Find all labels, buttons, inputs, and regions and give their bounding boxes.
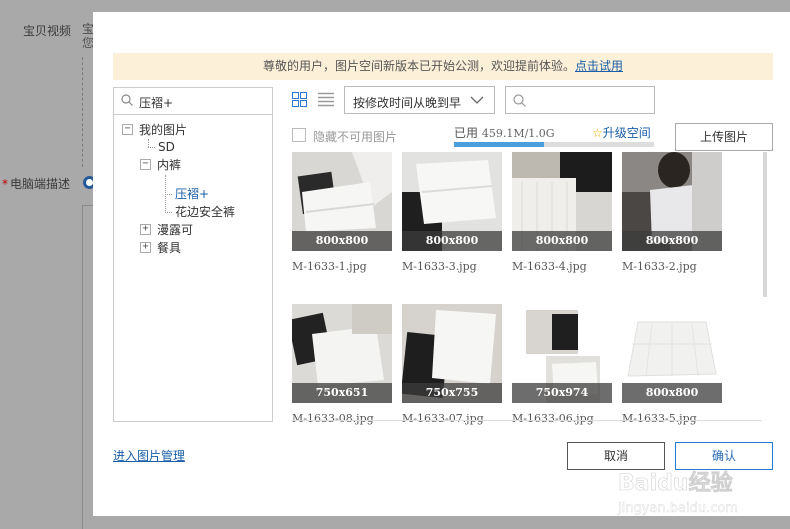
- notice-link[interactable]: 点击试用: [575, 59, 623, 73]
- image-thumbnail[interactable]: 750x974: [512, 304, 612, 403]
- image-search-input[interactable]: [505, 86, 655, 114]
- image-dimensions: 800x800: [622, 231, 722, 251]
- hide-unavailable-checkbox[interactable]: [292, 128, 306, 142]
- folder-label: 漫露可: [157, 223, 194, 237]
- folder-lace-shorts[interactable]: 花边安全裤: [175, 204, 235, 220]
- tree-connector: [165, 212, 172, 213]
- desc-label: * 电脑端描述: [2, 175, 70, 192]
- expand-icon[interactable]: +: [140, 224, 151, 235]
- image-tile[interactable]: 800x800 M-1633-1.jpg: [292, 152, 392, 273]
- folder-label: 我的图片: [139, 123, 188, 137]
- image-tile[interactable]: 800x800 M-1633-4.jpg: [512, 152, 612, 273]
- sort-select[interactable]: 按修改时间从晚到早: [344, 86, 495, 114]
- grid-view-icon[interactable]: [292, 92, 307, 107]
- image-filename: M-1633-07.jpg: [402, 412, 484, 425]
- svg-text:jingyan.baidu.com: jingyan.baidu.com: [617, 501, 738, 516]
- image-dimensions: 800x800: [622, 383, 722, 403]
- folder-label: 餐具: [157, 241, 182, 255]
- image-thumbnail[interactable]: 800x800: [402, 152, 502, 251]
- usage-prefix: 已用: [454, 126, 479, 140]
- folder-label: SD: [158, 140, 175, 154]
- image-thumbnail[interactable]: 800x800: [622, 304, 722, 403]
- image-thumbnail[interactable]: 800x800: [512, 152, 612, 251]
- tree-connector: [148, 147, 155, 148]
- vertical-scrollbar[interactable]: [763, 152, 767, 297]
- tree-connector: [148, 139, 149, 147]
- image-dimensions: 750x651: [292, 383, 392, 403]
- star-icon: ☆: [592, 126, 603, 140]
- baidu-watermark: Baidu经验 jingyan.baidu.com: [617, 470, 738, 517]
- hide-unavailable-label: 隐藏不可用图片: [313, 130, 398, 144]
- required-mark: *: [2, 177, 8, 191]
- image-tile[interactable]: 800x800 M-1633-2.jpg: [622, 152, 722, 273]
- notice-bar: 尊敬的用户，图片空间新版本已开始公测，欢迎提前体验。点击试用: [113, 53, 773, 80]
- image-thumbnail[interactable]: 800x800: [622, 152, 722, 251]
- image-filename: M-1633-5.jpg: [622, 412, 697, 425]
- folder-panel: 压褶+ − 我的图片 SD − 内裤 压褶+ 花边安全裤 + 漫露可 + 餐具: [113, 87, 273, 422]
- search-icon: [121, 94, 133, 106]
- folder-label: 花边安全裤: [175, 205, 236, 219]
- storage-usage: 已用 459.1M/1.0G: [454, 124, 555, 141]
- collapse-icon[interactable]: −: [122, 124, 133, 135]
- image-filename: M-1633-06.jpg: [512, 412, 594, 425]
- expand-icon[interactable]: +: [140, 242, 151, 253]
- storage-usage-fill: [454, 142, 544, 147]
- video-label: 宝贝视频: [23, 24, 72, 38]
- image-filename: M-1633-3.jpg: [402, 260, 477, 273]
- image-filename: M-1633-2.jpg: [622, 260, 697, 273]
- image-tile[interactable]: 800x800 M-1633-3.jpg: [402, 152, 502, 273]
- desc-label-text: 电脑端描述: [10, 177, 71, 191]
- upgrade-link[interactable]: ☆升级空间: [592, 124, 651, 141]
- search-icon: [513, 94, 526, 107]
- folder-search-value: 压褶+: [139, 96, 174, 110]
- manage-images-link[interactable]: 进入图片管理: [113, 447, 185, 464]
- image-thumbnail[interactable]: 800x800: [292, 152, 392, 251]
- folder-search-input[interactable]: 压褶+: [114, 88, 272, 115]
- svg-text:Baidu经验: Baidu经验: [618, 470, 733, 496]
- notice-text: 尊敬的用户，图片空间新版本已开始公测，欢迎提前体验。: [262, 59, 575, 73]
- list-view-icon[interactable]: [318, 92, 334, 107]
- image-tile[interactable]: 750x974 M-1633-06.jpg: [512, 304, 612, 425]
- chevron-down-icon: [470, 96, 484, 104]
- image-filename: M-1633-1.jpg: [292, 260, 367, 273]
- folder-pleated[interactable]: 压褶+: [175, 186, 209, 202]
- image-thumbnail[interactable]: 750x755: [402, 304, 502, 403]
- folder-label: 内裤: [157, 158, 182, 172]
- usage-value: 459.1M/1.0G: [481, 127, 555, 140]
- folder-sd[interactable]: SD: [158, 139, 175, 155]
- image-tile[interactable]: 750x755 M-1633-07.jpg: [402, 304, 502, 425]
- image-dimensions: 750x755: [402, 383, 502, 403]
- image-dimensions: 750x974: [512, 383, 612, 403]
- tree-connector: [165, 194, 172, 195]
- image-dimensions: 800x800: [402, 231, 502, 251]
- image-tile[interactable]: 800x800 M-1633-5.jpg: [622, 304, 722, 425]
- image-dimensions: 800x800: [292, 231, 392, 251]
- upgrade-label: 升级空间: [602, 126, 651, 140]
- image-grid: 800x800 M-1633-1.jpg 800x800 M-1633-3.jp…: [292, 152, 760, 426]
- upload-button[interactable]: 上传图片: [675, 123, 773, 151]
- image-picker-dialog: 尊敬的用户，图片空间新版本已开始公测，欢迎提前体验。点击试用 压褶+ − 我的图…: [93, 12, 790, 516]
- image-tile[interactable]: 750x651 M-1633-08.jpg: [292, 304, 392, 425]
- image-dimensions: 800x800: [512, 231, 612, 251]
- image-filename: M-1633-4.jpg: [512, 260, 587, 273]
- image-filename: M-1633-08.jpg: [292, 412, 374, 425]
- image-thumbnail[interactable]: 750x651: [292, 304, 392, 403]
- storage-usage-bar: [454, 142, 654, 147]
- folder-label: 压褶+: [175, 187, 210, 201]
- grid-divider: [292, 420, 762, 421]
- collapse-icon[interactable]: −: [140, 159, 151, 170]
- sort-value: 按修改时间从晚到早: [353, 96, 462, 110]
